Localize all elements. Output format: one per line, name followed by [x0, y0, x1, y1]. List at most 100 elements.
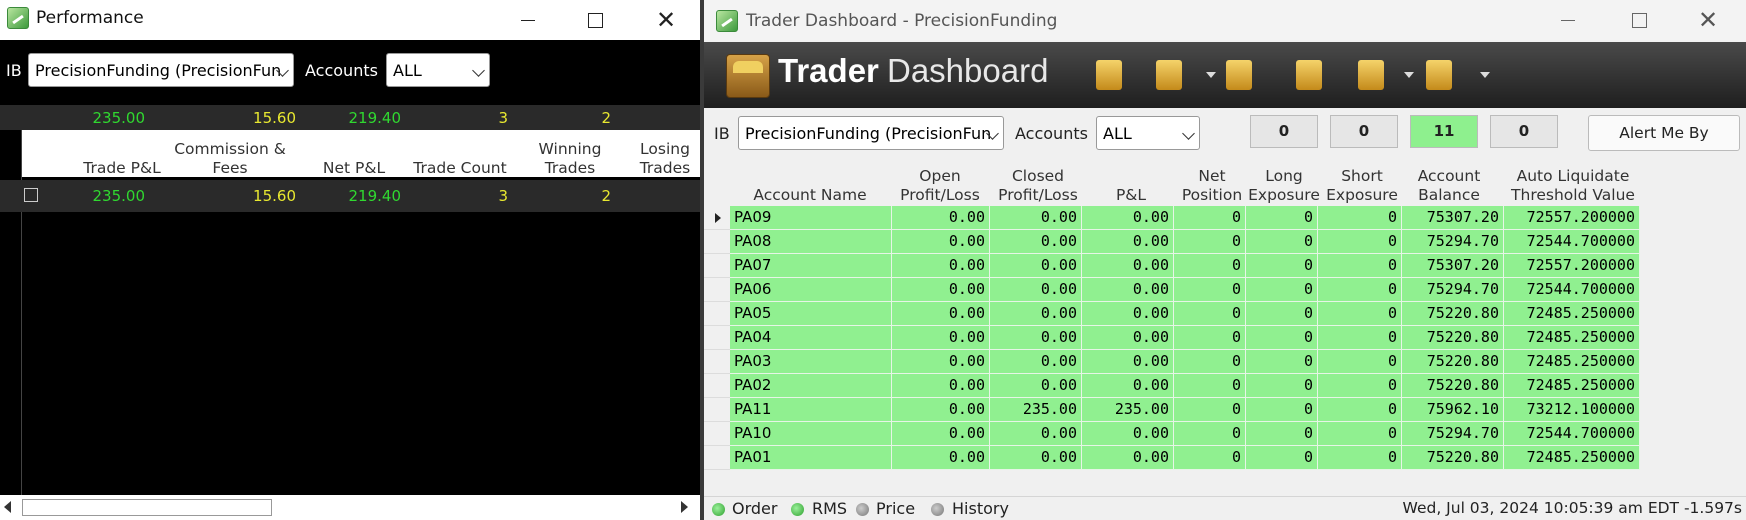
- cell-pnl[interactable]: 0.00: [1082, 374, 1174, 398]
- cell-account-name[interactable]: PA09: [730, 206, 892, 230]
- cell-net-position[interactable]: 0: [1174, 398, 1246, 422]
- table-row[interactable]: 235.00 15.60 219.40 3 2: [0, 180, 700, 212]
- scroll-thumb[interactable]: [22, 499, 272, 516]
- table-row[interactable]: PA05 0.00 0.00 0.00 0 0 0 75220.80 72485.250000: [704, 302, 1710, 326]
- cell-long-exposure[interactable]: 0: [1246, 278, 1318, 302]
- cell-open-pl[interactable]: 0.00: [892, 278, 990, 302]
- cell-pnl[interactable]: 0.00: [1082, 446, 1174, 470]
- row-header[interactable]: [704, 278, 730, 302]
- folder-icon[interactable]: [1288, 52, 1332, 98]
- cell-short-exposure[interactable]: 0: [1318, 446, 1402, 470]
- cell-open-pl[interactable]: 0.00: [892, 206, 990, 230]
- col-winning-trades[interactable]: Winning Trades: [530, 140, 610, 178]
- cell-net-position[interactable]: 0: [1174, 374, 1246, 398]
- cell-open-pl[interactable]: 0.00: [892, 302, 990, 326]
- col-account-name[interactable]: Account Name: [730, 186, 890, 205]
- cell-open-pl[interactable]: 0.00: [892, 326, 990, 350]
- col-account-balance[interactable]: Account Balance: [1404, 167, 1494, 205]
- cell-open-pl[interactable]: 0.00: [892, 230, 990, 254]
- scroll-left-icon[interactable]: [4, 501, 11, 513]
- maximize-button[interactable]: [565, 0, 625, 40]
- cell-account-name[interactable]: PA01: [730, 446, 892, 470]
- table-row[interactable]: PA10 0.00 0.00 0.00 0 0 0 75294.70 72544.700000: [704, 422, 1710, 446]
- cell-short-exposure[interactable]: 0: [1318, 422, 1402, 446]
- cell-long-exposure[interactable]: 0: [1246, 446, 1318, 470]
- cell-short-exposure[interactable]: 0: [1318, 230, 1402, 254]
- cell-closed-pl[interactable]: 0.00: [990, 422, 1082, 446]
- cell-pnl[interactable]: 0.00: [1082, 422, 1174, 446]
- close-button[interactable]: ✕: [1678, 0, 1738, 40]
- cell-open-pl[interactable]: 0.00: [892, 254, 990, 278]
- cell-net-position[interactable]: 0: [1174, 422, 1246, 446]
- maximize-button[interactable]: [1609, 0, 1669, 40]
- cell-account-name[interactable]: PA02: [730, 374, 892, 398]
- table-row[interactable]: PA01 0.00 0.00 0.00 0 0 0 75220.80 72485.250000: [704, 446, 1710, 470]
- table-row[interactable]: PA08 0.00 0.00 0.00 0 0 0 75294.70 72544.700000: [704, 230, 1710, 254]
- cell-pnl[interactable]: 0.00: [1082, 278, 1174, 302]
- cell-pnl[interactable]: 0.00: [1082, 302, 1174, 326]
- row-header[interactable]: [704, 254, 730, 278]
- current-row-indicator-icon[interactable]: [704, 206, 730, 230]
- table-row[interactable]: PA06 0.00 0.00 0.00 0 0 0 75294.70 72544.700000: [704, 278, 1710, 302]
- cell-account-balance[interactable]: 75220.80: [1402, 350, 1504, 374]
- cell-short-exposure[interactable]: 0: [1318, 350, 1402, 374]
- clipboard-dropdown-icon[interactable]: [1480, 72, 1490, 78]
- row-header[interactable]: [704, 398, 730, 422]
- cell-net-position[interactable]: 0: [1174, 254, 1246, 278]
- row-header[interactable]: [704, 446, 730, 470]
- keys-dropdown-icon[interactable]: [1206, 72, 1216, 78]
- cell-auto-liquidate[interactable]: 72485.250000: [1504, 446, 1640, 470]
- table-row[interactable]: PA04 0.00 0.00 0.00 0 0 0 75220.80 72485.250000: [704, 326, 1710, 350]
- cell-pnl[interactable]: 0.00: [1082, 206, 1174, 230]
- accounts-select[interactable]: ALL: [386, 53, 490, 87]
- cell-auto-liquidate[interactable]: 72485.250000: [1504, 326, 1640, 350]
- settings-gears-icon[interactable]: [1218, 52, 1262, 98]
- col-short-exposure[interactable]: Short Exposure: [1320, 167, 1404, 205]
- cell-auto-liquidate[interactable]: 72544.700000: [1504, 230, 1640, 254]
- cell-account-balance[interactable]: 75307.20: [1402, 254, 1504, 278]
- keys-icon[interactable]: [1148, 52, 1192, 98]
- scroll-right-icon[interactable]: [681, 501, 688, 513]
- cell-net-position[interactable]: 0: [1174, 326, 1246, 350]
- cell-account-name[interactable]: PA03: [730, 350, 892, 374]
- cell-long-exposure[interactable]: 0: [1246, 374, 1318, 398]
- cell-net-position[interactable]: 0: [1174, 446, 1246, 470]
- minimize-button[interactable]: [1538, 0, 1598, 40]
- cell-closed-pl[interactable]: 0.00: [990, 446, 1082, 470]
- counter-1[interactable]: 0: [1250, 115, 1318, 148]
- cell-closed-pl[interactable]: 235.00: [990, 398, 1082, 422]
- cell-long-exposure[interactable]: 0: [1246, 206, 1318, 230]
- cell-net-position[interactable]: 0: [1174, 230, 1246, 254]
- cell-account-name[interactable]: PA07: [730, 254, 892, 278]
- row-header[interactable]: [704, 374, 730, 398]
- cell-closed-pl[interactable]: 0.00: [990, 278, 1082, 302]
- cell-account-balance[interactable]: 75220.80: [1402, 302, 1504, 326]
- row-header[interactable]: [704, 350, 730, 374]
- cell-closed-pl[interactable]: 0.00: [990, 206, 1082, 230]
- cell-account-balance[interactable]: 75294.70: [1402, 230, 1504, 254]
- cell-account-name[interactable]: PA10: [730, 422, 892, 446]
- cell-net-position[interactable]: 0: [1174, 302, 1246, 326]
- cell-auto-liquidate[interactable]: 72544.700000: [1504, 422, 1640, 446]
- cell-account-name[interactable]: PA06: [730, 278, 892, 302]
- table-row[interactable]: PA03 0.00 0.00 0.00 0 0 0 75220.80 72485.250000: [704, 350, 1710, 374]
- cell-pnl[interactable]: 235.00: [1082, 398, 1174, 422]
- table-row[interactable]: PA09 0.00 0.00 0.00 0 0 0 75307.20 72557.200000: [704, 206, 1710, 230]
- cell-closed-pl[interactable]: 0.00: [990, 254, 1082, 278]
- cell-short-exposure[interactable]: 0: [1318, 326, 1402, 350]
- accounts-select[interactable]: ALL: [1096, 116, 1200, 150]
- table-row[interactable]: PA02 0.00 0.00 0.00 0 0 0 75220.80 72485.250000: [704, 374, 1710, 398]
- cell-pnl[interactable]: 0.00: [1082, 326, 1174, 350]
- cell-account-name[interactable]: PA04: [730, 326, 892, 350]
- ib-select[interactable]: PrecisionFunding (PrecisionFun: [738, 116, 1004, 150]
- col-long-exposure[interactable]: Long Exposure: [1248, 167, 1320, 205]
- cell-open-pl[interactable]: 0.00: [892, 446, 990, 470]
- cell-long-exposure[interactable]: 0: [1246, 350, 1318, 374]
- cell-account-balance[interactable]: 75220.80: [1402, 374, 1504, 398]
- col-auto-liquidate-threshold[interactable]: Auto Liquidate Threshold Value: [1504, 167, 1642, 205]
- cell-net-position[interactable]: 0: [1174, 278, 1246, 302]
- ib-select[interactable]: PrecisionFunding (PrecisionFun: [28, 53, 294, 87]
- add-account-icon[interactable]: [1088, 52, 1132, 98]
- cell-auto-liquidate[interactable]: 72544.700000: [1504, 278, 1640, 302]
- cell-closed-pl[interactable]: 0.00: [990, 302, 1082, 326]
